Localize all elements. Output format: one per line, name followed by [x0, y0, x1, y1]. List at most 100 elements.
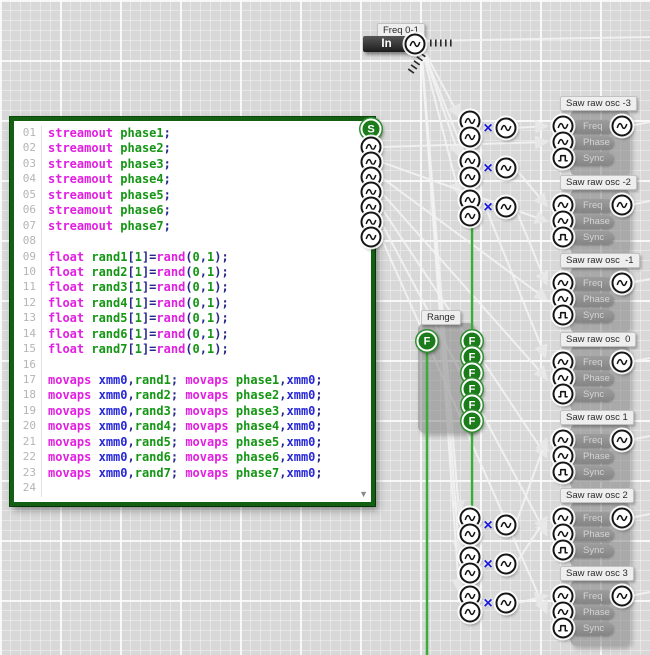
multiply-output[interactable]: [496, 515, 517, 536]
code-line[interactable]: 06streamout phase6;: [14, 203, 371, 218]
multiply-input-b[interactable]: [460, 167, 481, 188]
code-line[interactable]: 21movaps xmm0,rand5; movaps phase5,xmm0;: [14, 435, 371, 450]
editor-phase-output[interactable]: [361, 227, 382, 248]
code-line[interactable]: 02streamout phase2;: [14, 141, 371, 156]
multiply-output[interactable]: [496, 554, 517, 575]
multiply-output[interactable]: [496, 118, 517, 139]
osc-output[interactable]: [612, 273, 633, 294]
osc-output[interactable]: [612, 508, 633, 529]
multiply-icon[interactable]: ×: [483, 120, 492, 138]
osc-sync-input[interactable]: [553, 227, 574, 248]
osc-sync-input[interactable]: [553, 384, 574, 405]
multiply-input-b[interactable]: [460, 206, 481, 227]
sine-wave-icon: [465, 591, 476, 602]
code-line[interactable]: 10float rand2[1]=rand(0,1);: [14, 265, 371, 280]
osc-output[interactable]: [612, 116, 633, 137]
code-text[interactable]: movaps xmm0,rand6; movaps phase6,xmm0;: [42, 450, 323, 465]
code-text[interactable]: float rand6[1]=rand(0,1);: [42, 327, 229, 342]
code-text[interactable]: float rand7[1]=rand(0,1);: [42, 342, 229, 357]
code-text[interactable]: movaps xmm0,rand7; movaps phase7,xmm0;: [42, 466, 323, 481]
code-text[interactable]: streamout phase5;: [42, 188, 171, 203]
code-text[interactable]: movaps xmm0,rand3; movaps phase3,xmm0;: [42, 404, 323, 419]
multiply-input-b[interactable]: [460, 127, 481, 148]
code-line[interactable]: 20movaps xmm0,rand4; movaps phase4,xmm0;: [14, 419, 371, 434]
code-line[interactable]: 24: [14, 481, 371, 496]
code-line[interactable]: 19movaps xmm0,rand3; movaps phase3,xmm0;: [14, 404, 371, 419]
code-text[interactable]: streamout phase7;: [42, 219, 171, 234]
code-text[interactable]: movaps xmm0,rand2; movaps phase2,xmm0;: [42, 388, 323, 403]
code-line[interactable]: 08: [14, 234, 371, 249]
code-line[interactable]: 16: [14, 358, 371, 373]
code-line[interactable]: 04streamout phase4;: [14, 172, 371, 187]
code-text[interactable]: [42, 481, 48, 496]
schematic-canvas[interactable]: Freq 0-1 In 01streamout phase1;02streamo…: [0, 0, 650, 655]
scroll-down-icon[interactable]: ▼: [359, 490, 368, 499]
code-line[interactable]: 05streamout phase5;: [14, 188, 371, 203]
multiply-icon[interactable]: ×: [483, 199, 492, 217]
osc-input-pill: Sync: [571, 231, 613, 244]
code-line[interactable]: 13float rand5[1]=rand(0,1);: [14, 311, 371, 326]
code-text[interactable]: movaps xmm0,rand1; movaps phase1,xmm0;: [42, 373, 323, 388]
osc-output[interactable]: [612, 195, 633, 216]
osc-sync-input[interactable]: [553, 540, 574, 561]
multiply-icon[interactable]: ×: [483, 160, 492, 178]
code-text[interactable]: streamout phase3;: [42, 157, 171, 172]
range-input[interactable]: F: [417, 331, 438, 352]
line-number: 21: [14, 435, 42, 450]
code-line[interactable]: 11float rand3[1]=rand(0,1);: [14, 280, 371, 295]
code-line[interactable]: 22movaps xmm0,rand6; movaps phase6,xmm0;: [14, 450, 371, 465]
code-text[interactable]: float rand4[1]=rand(0,1);: [42, 296, 229, 311]
code-line[interactable]: 18movaps xmm0,rand2; movaps phase2,xmm0;: [14, 388, 371, 403]
multiply-output[interactable]: [496, 593, 517, 614]
code-line[interactable]: 01streamout phase1;: [14, 126, 371, 141]
sine-wave-icon: [465, 513, 476, 524]
code-line[interactable]: 12float rand4[1]=rand(0,1);: [14, 296, 371, 311]
sine-wave-icon: [465, 211, 476, 222]
multiply-icon[interactable]: ×: [483, 517, 492, 535]
code-text[interactable]: streamout phase4;: [42, 172, 171, 187]
input-module[interactable]: In: [363, 36, 410, 52]
multiply-output[interactable]: [496, 197, 517, 218]
code-text[interactable]: [42, 358, 48, 373]
multiply-input-b[interactable]: [460, 563, 481, 584]
osc-sync-input[interactable]: [553, 618, 574, 639]
code-text[interactable]: float rand5[1]=rand(0,1);: [42, 311, 229, 326]
code-line[interactable]: 03streamout phase3;: [14, 157, 371, 172]
code-text[interactable]: movaps xmm0,rand4; movaps phase4,xmm0;: [42, 419, 323, 434]
sine-wave-icon: [558, 513, 569, 524]
osc-sync-input[interactable]: [553, 305, 574, 326]
sine-wave-icon: [617, 513, 628, 524]
osc-sync-input[interactable]: [553, 148, 574, 169]
code-line[interactable]: 14float rand6[1]=rand(0,1);: [14, 327, 371, 342]
range-output[interactable]: F: [462, 411, 483, 432]
code-text[interactable]: movaps xmm0,rand5; movaps phase5,xmm0;: [42, 435, 323, 450]
multiply-icon[interactable]: ×: [483, 556, 492, 574]
sine-wave-icon: [465, 607, 476, 618]
osc-output[interactable]: [612, 430, 633, 451]
code-line[interactable]: 09float rand1[1]=rand(0,1);: [14, 250, 371, 265]
code-line[interactable]: 23movaps xmm0,rand7; movaps phase7,xmm0;: [14, 466, 371, 481]
code-text[interactable]: float rand3[1]=rand(0,1);: [42, 280, 229, 295]
code-text[interactable]: [42, 234, 48, 249]
code-text[interactable]: float rand1[1]=rand(0,1);: [42, 250, 229, 265]
osc-input-pill: Phase: [571, 215, 613, 228]
code-editor[interactable]: 01streamout phase1;02streamout phase2;03…: [10, 117, 375, 506]
freq-input-output[interactable]: [405, 34, 426, 55]
osc-output[interactable]: [612, 352, 633, 373]
multiply-output[interactable]: [496, 158, 517, 179]
osc-sync-input[interactable]: [553, 462, 574, 483]
code-text[interactable]: streamout phase1;: [42, 126, 171, 141]
code-text[interactable]: streamout phase2;: [42, 141, 171, 156]
multiply-icon[interactable]: ×: [483, 595, 492, 613]
code-line[interactable]: 07streamout phase7;: [14, 219, 371, 234]
multiply-input-b[interactable]: [460, 602, 481, 623]
sine-wave-icon: [617, 200, 628, 211]
osc-input-pill: Freq: [571, 199, 613, 212]
code-text[interactable]: float rand2[1]=rand(0,1);: [42, 265, 229, 280]
code-line[interactable]: 15float rand7[1]=rand(0,1);: [14, 342, 371, 357]
multiply-input-b[interactable]: [460, 524, 481, 545]
code-text[interactable]: streamout phase6;: [42, 203, 171, 218]
oscillator-label: Saw raw osc 0: [560, 332, 636, 347]
code-line[interactable]: 17movaps xmm0,rand1; movaps phase1,xmm0;: [14, 373, 371, 388]
osc-output[interactable]: [612, 586, 633, 607]
